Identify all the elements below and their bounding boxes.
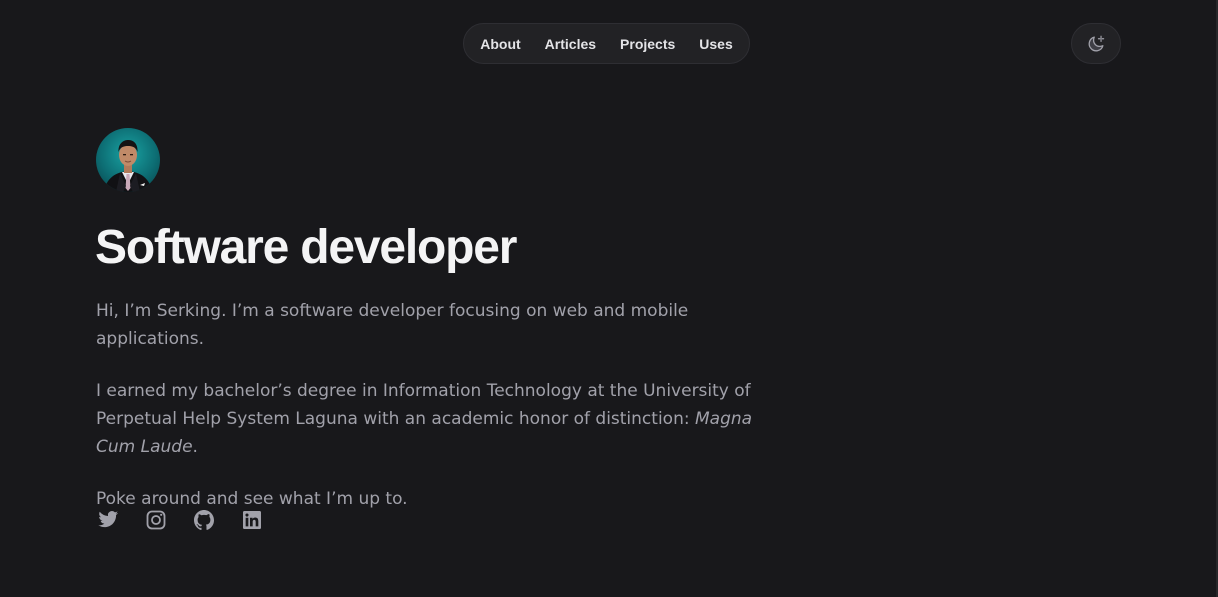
github-icon bbox=[194, 510, 214, 530]
social-links bbox=[96, 508, 264, 532]
nav-item-uses[interactable]: Uses bbox=[699, 36, 732, 52]
theme-toggle-button[interactable] bbox=[1071, 23, 1121, 64]
avatar bbox=[96, 128, 160, 192]
main-nav: About Articles Projects Uses bbox=[463, 23, 750, 64]
github-link[interactable] bbox=[192, 508, 216, 532]
linkedin-icon bbox=[243, 511, 261, 529]
page-title: Software developer bbox=[95, 221, 517, 274]
page: About Articles Projects Uses Software de… bbox=[0, 0, 1218, 597]
instagram-link[interactable] bbox=[144, 508, 168, 532]
intro-paragraph-2-suffix: . bbox=[192, 437, 198, 457]
intro-paragraph-1: Hi, I’m Serking. I’m a software develope… bbox=[96, 301, 689, 349]
nav-item-projects[interactable]: Projects bbox=[620, 36, 675, 52]
twitter-link[interactable] bbox=[96, 508, 120, 532]
nav-item-about[interactable]: About bbox=[480, 36, 520, 52]
instagram-icon bbox=[146, 510, 166, 530]
moon-sparkle-icon bbox=[1088, 35, 1105, 51]
avatar-portrait bbox=[104, 140, 152, 192]
intro-paragraph-2-text: I earned my bachelor’s degree in Informa… bbox=[96, 381, 751, 429]
nav-item-articles[interactable]: Articles bbox=[545, 36, 596, 52]
intro-paragraph-2: I earned my bachelor’s degree in Informa… bbox=[96, 377, 776, 461]
twitter-icon bbox=[98, 511, 119, 528]
linkedin-link[interactable] bbox=[240, 508, 264, 532]
intro-text: Hi, I’m Serking. I’m a software develope… bbox=[96, 297, 776, 537]
